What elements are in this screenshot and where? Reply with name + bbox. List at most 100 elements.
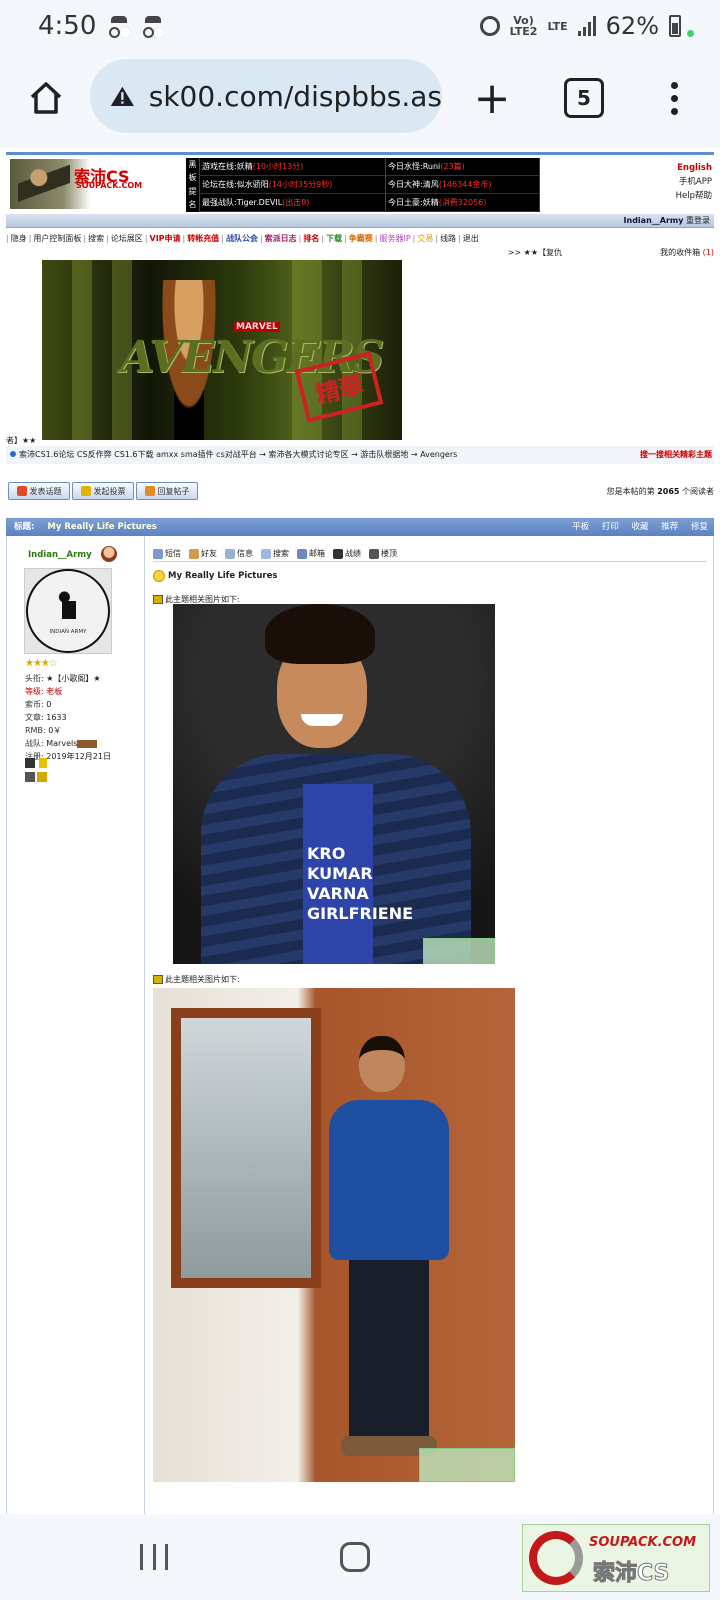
breadcrumb-path[interactable]: 索沛CS1.6论坛 CS反作弊 CS1.6下载 amxx sma插件 cs对战平… [19,450,457,459]
shirt-print: KRO KUMAR VARNA GIRLFRIENE [307,844,414,923]
user-strip: Indian__Army 重登录 [6,214,714,228]
post-photo-1[interactable]: KRO KUMAR VARNA GIRLFRIENE [173,604,495,964]
relogin-link[interactable]: 重登录 [686,216,710,225]
inbox-link[interactable]: 我的收件箱 (1) [660,246,714,260]
author-name[interactable]: Indian__Army [28,550,92,560]
nav-item[interactable]: 索派日志 [263,234,299,243]
nav-item[interactable]: 隐身 [9,234,29,243]
nav-item[interactable]: 排名 [301,234,321,243]
print-link[interactable]: 打印 [602,522,619,532]
clock: 4:50 [38,11,97,41]
current-user[interactable]: Indian__Army [624,216,684,225]
warning-icon[interactable] [110,82,135,110]
author-sidebar: Indian__Army INDIAN ARMY ★★★☆ 头衔: ★【小歌阁】… [7,536,145,1514]
board-cell[interactable]: 今日大神:清风 (146344金币) [386,176,540,194]
post-tools: 短信 好友 信息 搜索 邮箱 战绩 楼顶 [153,546,707,562]
image-icon [153,975,163,984]
new-tab-button[interactable]: + [466,72,518,124]
record-tool[interactable]: 战绩 [333,548,361,559]
privacy-dot-icon [687,29,694,37]
nav-item[interactable]: 线路 [438,234,458,243]
friends-icon [189,548,199,559]
tab-switcher-button[interactable]: 5 [564,78,604,118]
soupack-watermark-logo: SOUPACK.COM 索沛CS [522,1524,710,1592]
nav-item[interactable]: 用户控制面板 [31,234,83,243]
search-tool[interactable]: 搜索 [261,548,289,559]
recommend-link[interactable]: 推荐 [661,522,678,532]
nav-item[interactable]: 下载 [324,234,344,243]
nav-item[interactable]: 战队公会 [224,234,260,243]
new-topic-button[interactable]: 发表话题 [8,482,70,500]
nav-item[interactable]: 服务器IP [377,234,412,243]
board-label: 黑板提名 [186,158,200,212]
soldier-graphic [18,165,70,207]
email-tool[interactable]: 邮箱 [297,548,325,559]
nav-item[interactable]: 搜索 [86,234,106,243]
board-cell[interactable]: 论坛在线:似水骄阳 (14小时35分9秒) [200,176,386,194]
repair-link[interactable]: 修复 [691,522,708,532]
nav-item[interactable]: 转帐充值 [185,234,221,243]
sub-nav: >> ★★【复仇 我的收件箱 (1) [6,246,714,260]
related-search-link[interactable]: 搜一搜相关精彩主题 [640,446,712,464]
image-icon [153,595,163,604]
top-right-links: English 手机APP Help帮助 [676,161,712,203]
medal-badges [25,758,55,784]
forum-marquee[interactable]: >> ★★【复仇 [508,246,562,260]
post-body-title: My Really Life Pictures [153,570,277,582]
url-text[interactable]: sk00.com/dispbbs.as [149,80,442,113]
address-bar[interactable]: sk00.com/dispbbs.as [90,59,442,133]
volte-indicator: Vo) LTE2 [510,15,538,37]
nav-item[interactable]: VIP申请 [148,234,183,243]
incognito-icon [108,16,130,38]
site-logo[interactable]: 索沛CS SOUPACK.COM [10,159,144,209]
mirror-frame [171,1008,321,1288]
nav-item[interactable]: 论坛展区 [109,234,145,243]
alarm-icon [479,16,500,36]
logo-subtext: SOUPACK.COM [76,181,143,190]
post-header: 标题: My Really Life Pictures 平板 打印 收藏 推荐 … [6,518,714,536]
envelope-icon [153,548,163,559]
board-cell[interactable]: 今日水怪:Runi (23篇) [386,158,540,176]
status-icons: Vo) LTE2 LTE 62% [479,12,694,40]
nav-item[interactable]: 交易 [415,234,435,243]
phone-screen: 4:50 Vo) LTE2 LTE 62% sk00.com/dispbbs.a… [0,0,720,1600]
new-poll-button[interactable]: 发起投票 [72,482,134,500]
home-icon[interactable] [22,74,70,122]
watermark-logo [419,1448,515,1482]
web-page: 索沛CS SOUPACK.COM 黑板提名 游戏在线:妖精 (10小时13分) 今… [0,148,720,1514]
network-type: LTE [547,19,568,33]
english-link[interactable]: English [676,161,712,175]
post-photo-2[interactable] [153,988,515,1482]
mail-icon [297,548,307,559]
board-cell[interactable]: 最强战队:Tiger.DEVIL (出击8) [200,194,386,212]
site-nav: | 隐身 | 用户控制面板 | 搜索 | 论坛展区 | VIP申请 | 转帐充值 | 战队公会 | 索派日志 |… [6,234,481,243]
board-cell[interactable]: 今日土豪:妖精 (消费32056) [386,194,540,212]
more-menu-icon[interactable] [662,74,686,122]
smiley-icon [153,570,165,582]
home-button[interactable] [340,1542,370,1572]
watermark-brand: 索沛CS [592,1561,670,1587]
friend-tool[interactable]: 好友 [189,548,217,559]
read-count: 您是本帖的第 2065 个阅读者 [606,487,714,496]
message-tool[interactable]: 短信 [153,548,181,559]
banner-caption: 者】★★ [6,436,37,445]
action-row: 发表话题 发起投票 回复帖子 您是本帖的第 2065 个阅读者 [6,476,714,518]
bullet-icon [10,451,16,457]
breadcrumb: 索沛CS1.6论坛 CS反作弊 CS1.6下载 amxx sma插件 cs对战平… [6,446,714,464]
post-header-tools: 平板 打印 收藏 推荐 修复 [562,518,708,536]
user-face-icon [101,546,117,562]
reply-button[interactable]: 回复帖子 [136,482,198,500]
help-link[interactable]: Help帮助 [676,189,712,203]
browser-toolbar: sk00.com/dispbbs.as + 5 [0,52,720,148]
nav-item[interactable]: 退出 [461,234,481,243]
board-cell[interactable]: 游戏在线:妖精 (10小时13分) [200,158,386,176]
app-link[interactable]: 手机APP [676,175,712,189]
favorite-link[interactable]: 收藏 [632,522,649,532]
top-tool[interactable]: 楼顶 [369,548,397,559]
recents-button[interactable] [140,1544,168,1570]
avatar[interactable]: INDIAN ARMY [24,568,112,654]
tablet-link[interactable]: 平板 [572,522,589,532]
info-tool[interactable]: 信息 [225,548,253,559]
battery-percent: 62% [605,12,659,40]
nav-item[interactable]: 争霸赛 [347,234,375,243]
